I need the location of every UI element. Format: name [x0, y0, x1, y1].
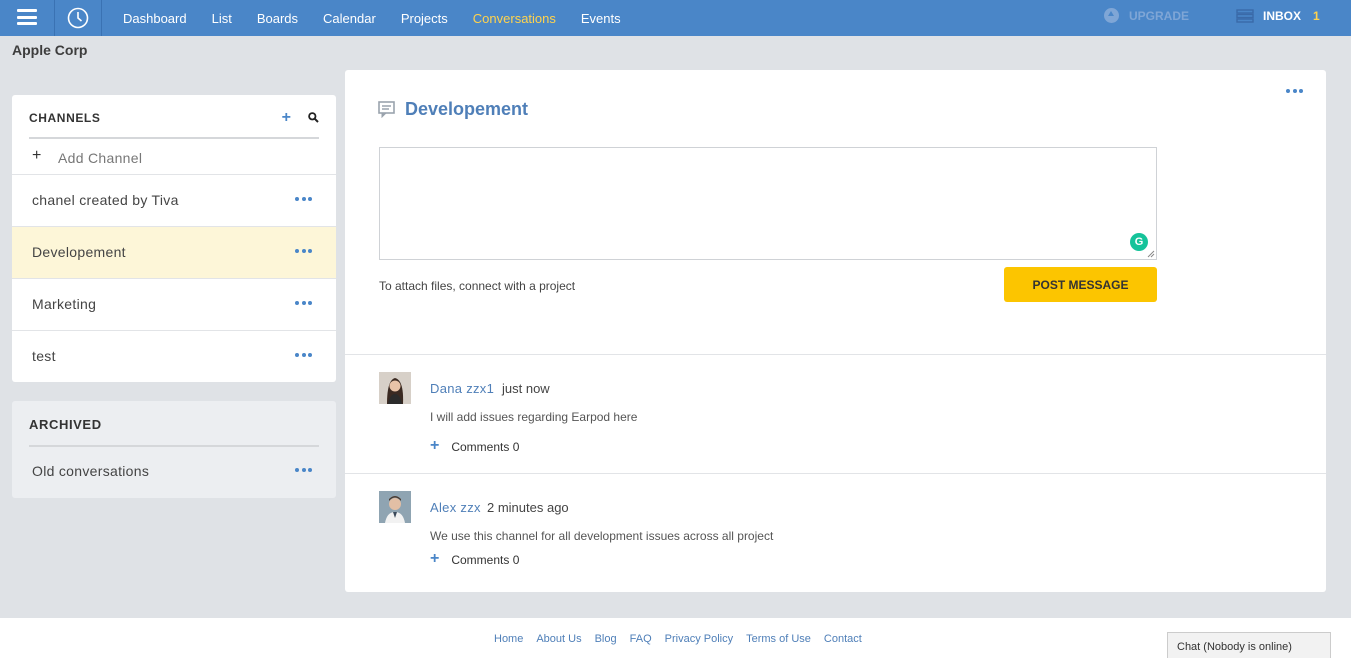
message-editor[interactable]: G	[379, 147, 1157, 260]
nav-calendar[interactable]: Calendar	[323, 11, 376, 26]
channel-name: test	[32, 348, 56, 364]
footer-link-home[interactable]: Home	[494, 633, 523, 645]
channel-item-test[interactable]: test	[12, 331, 336, 383]
channel-item-chanel-created-by-tiva[interactable]: chanel created by Tiva	[12, 175, 336, 227]
upgrade-button[interactable]: UPGRADE	[1104, 8, 1189, 23]
comments-toggle[interactable]: + Comments 0	[430, 437, 520, 455]
hamburger-menu-icon[interactable]	[17, 9, 37, 25]
nav-projects[interactable]: Projects	[401, 11, 448, 26]
upgrade-label: UPGRADE	[1129, 8, 1190, 23]
archived-title: ARCHIVED	[29, 417, 102, 432]
message-body: We use this channel for all development …	[430, 529, 774, 543]
footer-link-blog[interactable]: Blog	[595, 633, 617, 645]
channels-header: CHANNELS +	[29, 95, 319, 139]
post-message-button[interactable]: POST MESSAGE	[1004, 267, 1157, 302]
search-channels-icon[interactable]	[308, 110, 319, 128]
message-time: 2 minutes ago	[487, 500, 569, 515]
archived-item-old-conversations[interactable]: Old conversations	[12, 447, 336, 499]
archived-panel: ARCHIVED Old conversations	[12, 401, 336, 498]
upgrade-arrow-icon	[1104, 8, 1119, 23]
conversation-header: Developement	[378, 99, 528, 120]
nav-dashboard[interactable]: Dashboard	[123, 11, 187, 26]
channel-options-icon[interactable]	[293, 468, 312, 472]
channel-name: chanel created by Tiva	[32, 192, 179, 208]
nav-conversations[interactable]: Conversations	[473, 11, 556, 26]
comments-toggle[interactable]: + Comments 0	[430, 550, 520, 568]
channel-name: Marketing	[32, 296, 97, 312]
inbox-label: INBOX	[1263, 9, 1302, 23]
add-channel-button[interactable]: + Add Channel	[12, 139, 336, 175]
company-name: Apple Corp	[12, 42, 88, 58]
footer-link-terms-of-use[interactable]: Terms of Use	[746, 633, 811, 645]
add-channel-plus-icon[interactable]: +	[282, 109, 291, 127]
clock-icon	[67, 7, 89, 29]
message-author-link[interactable]: Alex zzx	[430, 500, 481, 515]
comments-count: Comments 0	[451, 439, 520, 454]
inbox-button[interactable]: INBOX 1	[1236, 9, 1320, 23]
attach-files-note: To attach files, connect with a project	[379, 279, 576, 293]
chat-bubble-icon	[378, 101, 395, 118]
message-item: Dana zzx1 just now I will add issues reg…	[345, 354, 1326, 473]
channel-options-icon[interactable]	[293, 353, 312, 357]
footer-links: Home About Us Blog FAQ Privacy Policy Te…	[494, 633, 875, 645]
plus-icon: +	[430, 550, 440, 567]
message-time: just now	[502, 381, 550, 396]
avatar[interactable]	[379, 491, 411, 523]
channel-item-developement[interactable]: Developement	[12, 227, 336, 279]
plus-icon: +	[430, 437, 440, 454]
conversation-options-icon[interactable]	[1284, 89, 1303, 93]
channel-name: Developement	[32, 244, 126, 260]
nav-events[interactable]: Events	[581, 11, 621, 26]
channel-item-marketing[interactable]: Marketing	[12, 279, 336, 331]
footer-link-faq[interactable]: FAQ	[630, 633, 652, 645]
channels-title: CHANNELS	[29, 111, 101, 125]
channel-name: Old conversations	[32, 463, 150, 479]
conversation-title: Developement	[405, 99, 529, 119]
channel-options-icon[interactable]	[293, 249, 312, 253]
resize-handle-icon[interactable]	[1147, 250, 1155, 258]
inbox-count-badge: 1	[1313, 9, 1320, 23]
footer: Home About Us Blog FAQ Privacy Policy Te…	[0, 618, 1351, 658]
footer-link-privacy-policy[interactable]: Privacy Policy	[665, 633, 733, 645]
main-nav: Dashboard List Boards Calendar Projects …	[123, 0, 646, 36]
nav-list[interactable]: List	[212, 11, 232, 26]
chat-widget[interactable]: Chat (Nobody is online)	[1167, 632, 1331, 658]
grammarly-icon[interactable]: G	[1130, 233, 1148, 251]
comments-count: Comments 0	[451, 552, 520, 567]
conversation-panel: Developement G To attach files, connect …	[345, 70, 1326, 592]
plus-icon: +	[32, 147, 42, 164]
message-item: Alex zzx 2 minutes ago We use this chann…	[345, 473, 1326, 592]
inbox-tray-icon	[1236, 9, 1254, 23]
channel-options-icon[interactable]	[293, 197, 312, 201]
time-tracker-button[interactable]	[54, 0, 102, 36]
channel-options-icon[interactable]	[293, 301, 312, 305]
footer-link-contact[interactable]: Contact	[824, 633, 862, 645]
top-navigation-bar: Dashboard List Boards Calendar Projects …	[0, 0, 1351, 36]
nav-boards[interactable]: Boards	[257, 11, 298, 26]
archived-header: ARCHIVED	[29, 401, 319, 447]
avatar[interactable]	[379, 372, 411, 404]
message-author-link[interactable]: Dana zzx1	[430, 381, 494, 396]
add-channel-label: Add Channel	[58, 150, 143, 166]
footer-link-about-us[interactable]: About Us	[536, 633, 581, 645]
message-body: I will add issues regarding Earpod here	[430, 410, 638, 424]
channels-panel: CHANNELS + + Add Channel chanel created …	[12, 95, 336, 382]
